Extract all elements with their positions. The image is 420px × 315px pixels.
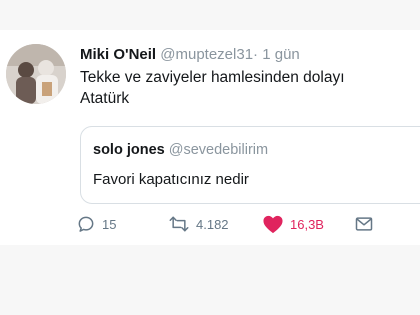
tweet-actions: 15 4.182 16,3B <box>0 212 420 236</box>
quoted-user-handle: @sevedebilirim <box>168 142 269 158</box>
retweet-count: 4.182 <box>196 216 229 232</box>
avatar-photo <box>6 44 66 104</box>
quoted-display-name: solo jones <box>93 142 165 158</box>
heart-icon <box>262 214 284 234</box>
like-count: 16,3B <box>290 216 324 232</box>
avatar[interactable] <box>6 44 66 104</box>
retweet-icon <box>168 214 190 234</box>
share-button[interactable] <box>354 212 374 236</box>
timestamp[interactable]: 1 gün <box>262 46 300 63</box>
tweet-text: Tekke ve zaviyeler hamlesinden dolayı At… <box>80 67 416 109</box>
tweet-header: Miki O'Neil @muptezel31· 1 gün <box>80 46 300 64</box>
user-handle[interactable]: @muptezel31 <box>160 46 253 63</box>
quoted-tweet-text: Favori kapatıcınız nedir <box>93 171 249 188</box>
separator-dot: · <box>253 46 259 63</box>
tweet-text-line-1: Tekke ve zaviyeler hamlesinden dolayı <box>80 69 345 86</box>
reply-icon <box>76 214 96 234</box>
tweet-text-line-2: Atatürk <box>80 90 130 107</box>
quoted-tweet-header: solo jones @sevedebilirim <box>93 141 268 159</box>
reply-count: 15 <box>102 216 117 232</box>
like-button[interactable]: 16,3B <box>262 212 324 236</box>
display-name[interactable]: Miki O'Neil <box>80 46 156 63</box>
quoted-tweet[interactable]: solo jones @sevedebilirim Favori kapatıc… <box>80 126 420 204</box>
tweet-card[interactable]: Miki O'Neil @muptezel31· 1 gün Tekke ve … <box>0 30 420 245</box>
reply-button[interactable]: 15 <box>76 212 116 236</box>
mail-icon <box>354 214 374 234</box>
retweet-button[interactable]: 4.182 <box>168 212 229 236</box>
